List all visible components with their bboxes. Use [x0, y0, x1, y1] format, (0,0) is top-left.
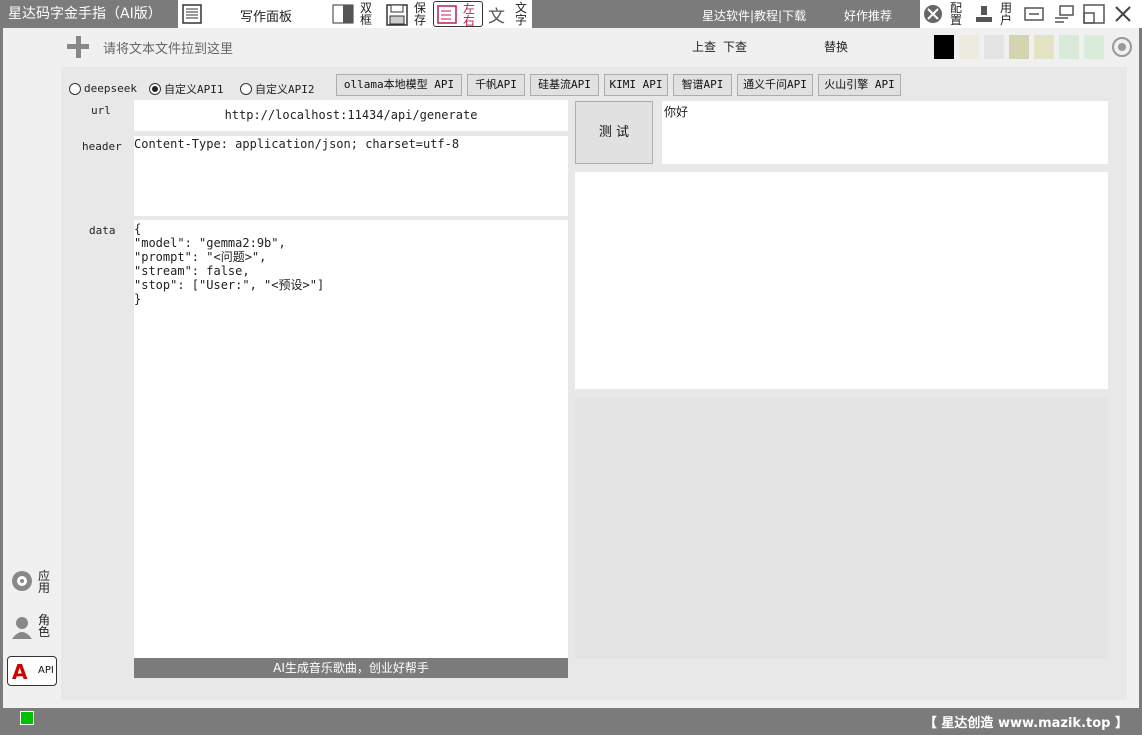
search-up-button[interactable]: 上查 — [692, 38, 716, 55]
color-swatch[interactable] — [1084, 35, 1104, 59]
recommend-link[interactable]: 好作推荐 — [844, 7, 892, 24]
right-tools: 配置 用户 — [920, 0, 1142, 28]
color-swatch[interactable] — [1009, 35, 1029, 59]
replace-button[interactable]: 替换 — [824, 38, 848, 55]
url-label: url — [91, 104, 111, 117]
compact-icon[interactable] — [1054, 5, 1074, 23]
user-icon[interactable] — [974, 4, 994, 24]
search-down-button[interactable]: 下查 — [723, 38, 747, 55]
color-swatch[interactable] — [959, 35, 979, 59]
radio-icon — [69, 82, 81, 95]
data-input[interactable]: { "model": "gemma2:9b", "prompt": "<问题>"… — [134, 220, 568, 658]
app-label[interactable]: 应用 — [38, 570, 50, 594]
color-swatch[interactable] — [934, 35, 954, 59]
app-title: 星达码字金手指（AI版） — [8, 6, 162, 22]
text-icon[interactable]: 文 — [488, 2, 505, 27]
radio-icon — [149, 82, 161, 95]
text-label[interactable]: 文字 — [515, 2, 527, 26]
color-swatch[interactable] — [1059, 35, 1079, 59]
maximize-icon[interactable] — [1083, 4, 1105, 24]
role-icon[interactable] — [11, 616, 33, 640]
content-panel: deepseek 自定义API1 自定义API2 ollama本地模型 API 千帆A… — [61, 67, 1127, 700]
user-label[interactable]: 用户 — [1000, 2, 1012, 26]
theme-icon[interactable] — [1112, 37, 1132, 57]
minimize-icon[interactable] — [1024, 5, 1044, 23]
app-window: 星达码字金手指（AI版） 写作面板 双框 保存 左右 文 文字 星达软件|教程|… — [0, 0, 1142, 735]
log-area — [575, 398, 1108, 659]
api-option-radio[interactable]: deepseek — [69, 78, 137, 97]
title-bar: 星达码字金手指（AI版） 写作面板 双框 保存 左右 文 文字 星达软件|教程|… — [0, 0, 1142, 28]
write-panel-button[interactable]: 写作面板 — [240, 6, 292, 25]
status-indicator — [20, 711, 34, 725]
api-option-radio[interactable]: 自定义API1 — [149, 78, 224, 97]
list-icon[interactable] — [182, 4, 202, 24]
app-icon[interactable] — [11, 570, 33, 592]
api-option-radio[interactable]: 自定义API2 — [240, 78, 315, 97]
software-links[interactable]: 星达软件|教程|下载 — [702, 7, 806, 24]
color-swatches — [934, 35, 1124, 59]
save-label[interactable]: 保存 — [414, 2, 426, 26]
dual-frame-label[interactable]: 双框 — [360, 2, 372, 26]
api-option-label: 自定义API1 — [164, 82, 224, 96]
url-input[interactable]: http://localhost:11434/api/generate — [134, 100, 568, 131]
save-icon[interactable] — [386, 4, 408, 26]
response-output[interactable] — [575, 172, 1108, 389]
api-preset-button[interactable]: 通义千问API — [737, 74, 813, 96]
main-area: 请将文本文件拉到这里 上查 下查 替换 应用 角色 A API deepseek… — [3, 28, 1139, 708]
api-options: deepseek 自定义API1 自定义API2 — [69, 78, 339, 96]
api-option-label: deepseek — [84, 82, 137, 95]
header-input[interactable]: Content-Type: application/json; charset=… — [134, 136, 568, 216]
api-buttons: ollama本地模型 API 千帆API 硅基流API KIMI API 智谱API 通义… — [336, 74, 916, 96]
close-icon[interactable] — [1114, 5, 1132, 23]
promo-banner[interactable]: AI生成音乐歌曲，创业好帮手 — [134, 658, 568, 678]
api-option-label: 自定义API2 — [255, 82, 315, 96]
api-preset-button[interactable]: 智谱API — [673, 74, 732, 96]
add-file-icon[interactable] — [65, 34, 91, 60]
data-label: data — [89, 224, 116, 237]
brand-footer[interactable]: 【 星达创造 www.mazik.top 】 — [924, 712, 1128, 731]
status-bar: 【 星达创造 www.mazik.top 】 — [0, 708, 1142, 735]
api-preset-button[interactable]: 千帆API — [467, 74, 525, 96]
api-nav-label: API — [38, 665, 54, 676]
file-drop-placeholder[interactable]: 请将文本文件拉到这里 — [103, 38, 233, 57]
header-label: header — [82, 140, 122, 153]
left-right-label: 左右 — [463, 2, 476, 28]
api-preset-button[interactable]: 硅基流API — [530, 74, 599, 96]
role-label[interactable]: 角色 — [38, 614, 50, 638]
api-logo-icon: A — [12, 660, 28, 684]
color-swatch[interactable] — [984, 35, 1004, 59]
api-preset-button[interactable]: ollama本地模型 API — [336, 74, 462, 96]
config-label[interactable]: 配置 — [950, 2, 962, 26]
test-button[interactable]: 测 试 — [575, 101, 653, 164]
config-icon[interactable] — [923, 4, 943, 24]
api-preset-button[interactable]: 火山引擎 API — [818, 74, 901, 96]
color-swatch[interactable] — [1034, 35, 1054, 59]
api-preset-button[interactable]: KIMI API — [604, 74, 668, 96]
test-input[interactable]: 你好 — [662, 101, 1108, 164]
toolbar: 写作面板 双框 保存 左右 文 文字 — [178, 0, 532, 28]
dual-frame-icon[interactable] — [332, 4, 354, 24]
radio-icon — [240, 82, 252, 95]
api-nav-button[interactable]: A API — [7, 656, 57, 686]
left-right-button[interactable]: 左右 — [433, 1, 483, 27]
